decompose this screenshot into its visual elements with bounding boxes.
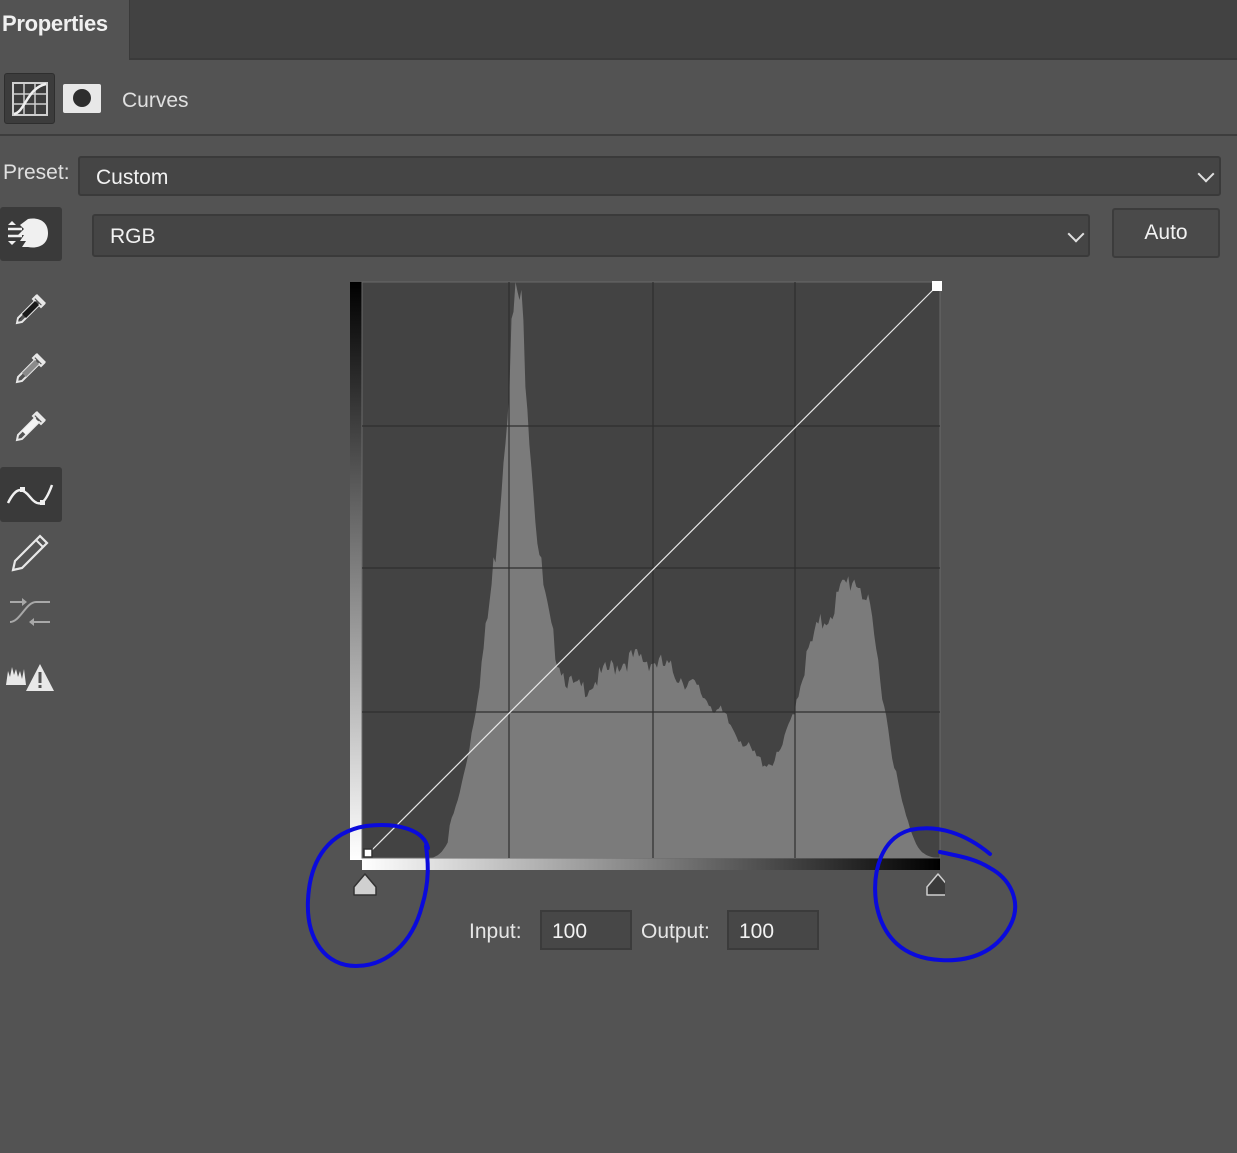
white-point-eyedropper-icon[interactable] (6, 403, 54, 451)
black-point-eyedropper-icon[interactable] (6, 286, 54, 334)
preset-dropdown[interactable]: Custom (78, 156, 1221, 196)
auto-button[interactable]: Auto (1112, 208, 1220, 258)
curve-end-point[interactable] (932, 281, 942, 291)
on-image-adjustment-icon[interactable] (0, 207, 62, 261)
black-point-slider[interactable] (353, 873, 377, 896)
smooth-curve-icon[interactable] (6, 588, 54, 636)
pencil-icon[interactable] (6, 529, 54, 577)
panel-tab-bar: Properties (0, 0, 1237, 60)
output-gradient-bar (350, 282, 362, 860)
input-value: 100 (552, 920, 588, 943)
white-point-slider[interactable] (926, 873, 945, 896)
output-value: 100 (739, 920, 775, 943)
chevron-down-icon (1197, 165, 1215, 183)
curves-adjustment-icon[interactable] (4, 73, 55, 124)
channel-value: RGB (110, 225, 156, 248)
chevron-down-icon (1067, 225, 1085, 243)
curve-points-tool[interactable] (0, 467, 62, 522)
curve-start-point[interactable] (363, 848, 373, 858)
properties-tab-label: Properties (2, 11, 108, 36)
adjustment-title: Curves (122, 89, 189, 112)
divider (0, 134, 1237, 136)
layer-mask-icon[interactable] (63, 84, 101, 113)
preset-value: Custom (96, 166, 169, 189)
gray-point-eyedropper-icon[interactable] (6, 345, 54, 393)
input-label: Input: (469, 920, 522, 943)
channel-dropdown[interactable]: RGB (92, 214, 1090, 257)
properties-panel: Properties Curves Preset: Custom RGB Aut… (0, 0, 1237, 1153)
curve-points-icon (6, 484, 54, 505)
properties-tab[interactable]: Properties (0, 0, 130, 60)
input-gradient-bar (362, 858, 940, 870)
output-label: Output: (641, 920, 710, 943)
output-field[interactable]: 100 (727, 910, 819, 950)
preset-label: Preset: (3, 161, 70, 184)
clipping-warning-icon[interactable] (6, 655, 54, 703)
input-field[interactable]: 100 (540, 910, 632, 950)
curves-graph[interactable] (350, 280, 945, 905)
